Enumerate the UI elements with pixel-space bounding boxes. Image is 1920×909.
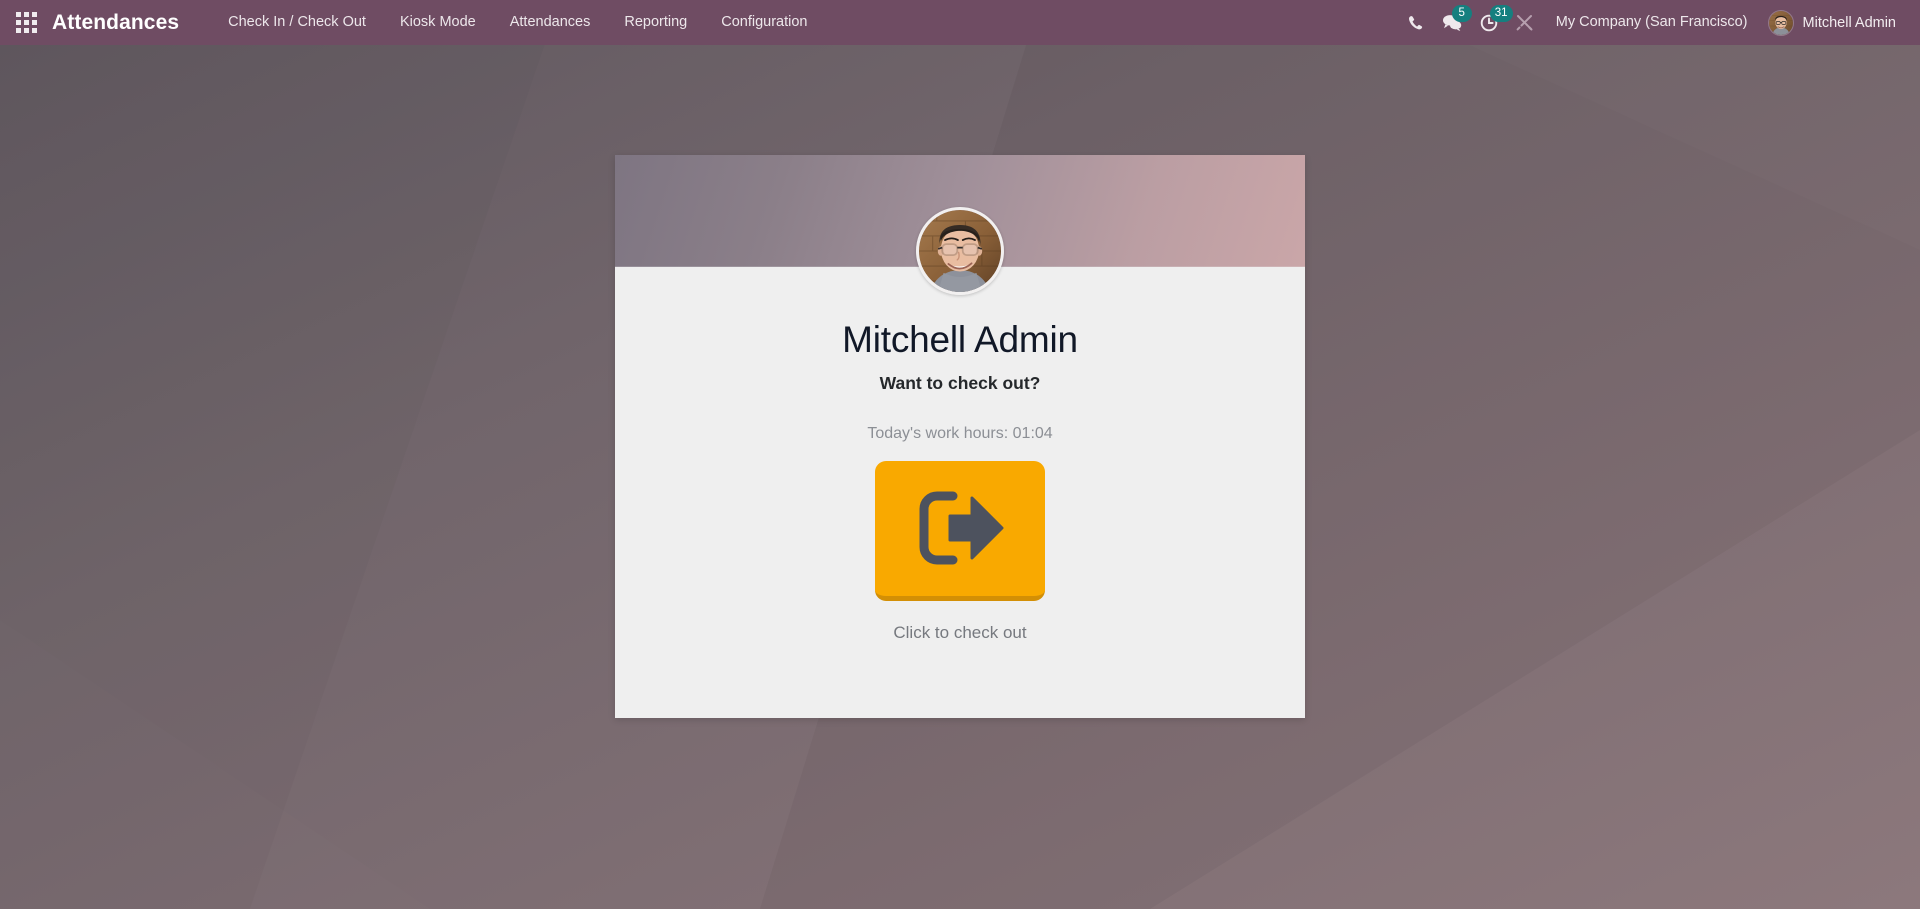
messages-counter-badge: 5 xyxy=(1451,5,1472,22)
nav-menu-check-in-check-out[interactable]: Check In / Check Out xyxy=(211,0,383,45)
employee-avatar xyxy=(916,207,1004,295)
wrench-tools-icon xyxy=(1516,14,1533,31)
sign-out-icon xyxy=(912,486,1008,570)
nav-menu-kiosk-mode[interactable]: Kiosk Mode xyxy=(383,0,493,45)
check-prompt: Want to check out? xyxy=(879,372,1041,393)
avatar xyxy=(1767,9,1794,36)
nav-menu-reporting[interactable]: Reporting xyxy=(607,0,704,45)
check-out-button[interactable] xyxy=(875,460,1045,601)
top-navbar: Attendances Check In / Check Out Kiosk M… xyxy=(0,0,1920,45)
messages-button[interactable]: 5 xyxy=(1433,0,1472,45)
apps-menu-button[interactable] xyxy=(0,0,52,45)
apps-grid-icon xyxy=(15,12,37,33)
phone-icon xyxy=(1408,15,1424,31)
company-switcher[interactable]: My Company (San Francisco) xyxy=(1542,0,1762,45)
nav-menu-configuration[interactable]: Configuration xyxy=(704,0,824,45)
today-work-hours: Today's work hours: 01:04 xyxy=(867,424,1053,442)
attendance-kiosk-card: Mitchell Admin Want to check out? Today'… xyxy=(615,155,1305,718)
card-body: Mitchell Admin Want to check out? Today'… xyxy=(615,267,1305,643)
navbar-menu-list: Check In / Check Out Kiosk Mode Attendan… xyxy=(211,0,824,45)
app-brand-title[interactable]: Attendances xyxy=(52,11,195,35)
check-out-caption: Click to check out xyxy=(893,622,1027,642)
main-content-area: Mitchell Admin Want to check out? Today'… xyxy=(0,45,1920,909)
card-cover-banner xyxy=(615,155,1305,295)
employee-name: Mitchell Admin xyxy=(842,319,1078,360)
user-menu-label: Mitchell Admin xyxy=(1802,14,1896,31)
activities-button[interactable]: 31 xyxy=(1471,0,1513,45)
nav-menu-attendances[interactable]: Attendances xyxy=(493,0,608,45)
developer-tools-button[interactable] xyxy=(1507,0,1542,45)
voip-phone-button[interactable] xyxy=(1399,0,1433,45)
user-menu[interactable]: Mitchell Admin xyxy=(1762,0,1908,45)
navbar-systray: 5 31 My Company (San Francisco) Mitchell… xyxy=(1399,0,1920,45)
